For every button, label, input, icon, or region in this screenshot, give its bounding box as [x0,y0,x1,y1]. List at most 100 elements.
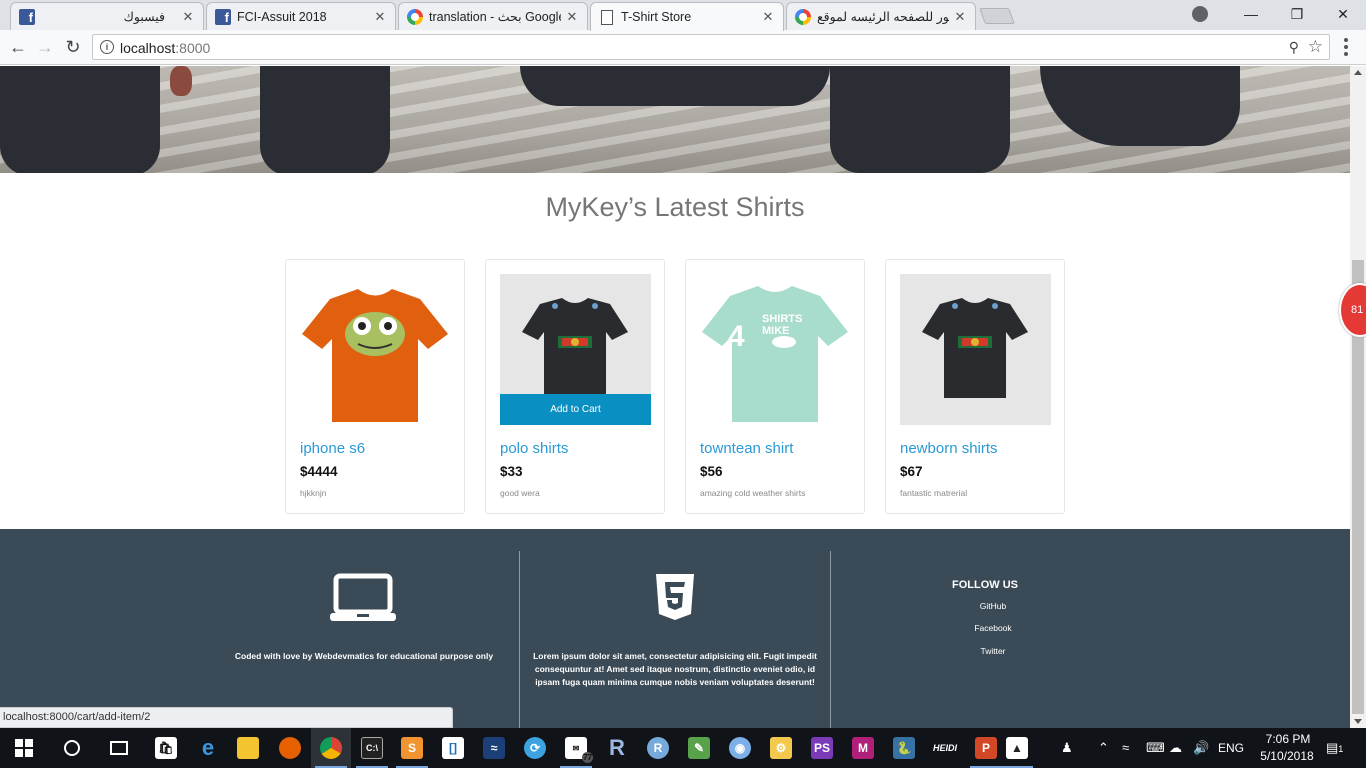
url-text[interactable]: localhost:8000 [120,40,210,56]
product-card[interactable]: SHIRTS 4 MIKE towntean shirt $56 amazing… [685,259,865,514]
hero-image [0,66,1350,173]
cortana-search-icon[interactable] [52,728,92,768]
product-image-mint-shirts4mike-tshirt[interactable]: SHIRTS 4 MIKE [700,274,851,425]
bookmark-star-icon[interactable]: ☆ [1308,37,1323,57]
url-host: localhost [120,40,176,56]
footer-link-facebook[interactable]: Facebook [930,623,1056,633]
product-description: fantastic matrerial [900,488,968,498]
browser-toolbar: ← → ↻ i localhost:8000 ⚲ ☆ [0,30,1366,65]
sublime-text-icon[interactable]: S [392,728,432,768]
status-url-bubble: localhost:8000/cart/add-item/2 [0,707,453,728]
info-icon[interactable]: i [100,40,114,54]
language-indicator[interactable]: ENG [1218,741,1244,755]
sync-app-icon[interactable]: ⟳ [515,728,555,768]
tab-fci-assuit[interactable]: f FCI-Assuit 2018 ✕ [206,2,396,30]
svg-text:4: 4 [728,320,745,353]
heidisql-icon[interactable]: HEIDI [925,728,965,768]
firefox-icon[interactable] [270,728,310,768]
profile-icon[interactable] [1192,6,1208,22]
product-name[interactable]: polo shirts [500,440,568,457]
product-name[interactable]: iphone s6 [300,440,365,457]
tab-google-images[interactable]: صور للصفحه الرئيسه لموقع ✕ [786,2,976,30]
product-image-orange-frog-tshirt[interactable] [300,274,451,425]
cloud-icon[interactable]: ☁ [1169,740,1182,756]
close-icon[interactable]: ✕ [761,9,775,25]
paint-icon[interactable]: ◉ [720,728,760,768]
product-card[interactable]: iphone s6 $4444 hjkknjn [285,259,465,514]
clock-date[interactable]: 5/10/2018 [1254,749,1320,763]
restore-button[interactable]: ❐ [1274,0,1320,28]
rstudio-icon[interactable]: R [638,728,678,768]
product-image-black-gucci-tshirt[interactable] [900,274,1051,425]
chrome-taskbar-icon[interactable] [311,728,351,768]
r-icon[interactable]: R [597,728,637,768]
wifi-icon[interactable]: ≈ [1122,740,1129,755]
tab-title: translation - بحث Google [429,10,561,24]
section-title: MyKey’s Latest Shirts [545,192,805,222]
close-icon[interactable]: ✕ [181,9,195,25]
product-card[interactable]: newborn shirts $67 fantastic matrerial [885,259,1065,514]
product-description: amazing cold weather shirts [700,488,806,498]
tool-app-icon[interactable]: ⚙ [761,728,801,768]
mail-app-icon[interactable]: ✉ 77 [556,728,596,768]
close-window-button[interactable]: ✕ [1320,0,1366,28]
action-center-icon[interactable]: ▤1 [1326,740,1343,756]
tab-title: T-Shirt Store [621,10,692,24]
footer-link-twitter[interactable]: Twitter [930,646,1056,656]
windows-start-icon[interactable] [4,728,44,768]
footer-divider [519,551,520,728]
screen: f فيسبوك ✕ f FCI-Assuit 2018 ✕ translati… [0,0,1366,768]
product-card[interactable]: Add to Cart polo shirts $33 good wera [485,259,665,514]
document-icon [599,9,615,25]
tab-title: FCI-Assuit 2018 [237,9,327,24]
product-name[interactable]: newborn shirts [900,440,998,457]
html5-icon [656,574,694,625]
footer-divider [830,551,831,728]
app-icon[interactable]: [] [433,728,473,768]
python-icon[interactable]: 🐍 [884,728,924,768]
close-icon[interactable]: ✕ [565,9,579,25]
network-app-icon[interactable]: ≈ [474,728,514,768]
photos-icon[interactable]: ▲ [997,728,1037,768]
scroll-up-arrow[interactable] [1354,70,1362,75]
file-explorer-icon[interactable] [228,728,268,768]
new-tab-button[interactable] [979,8,1015,24]
footer-link-github[interactable]: GitHub [930,601,1056,611]
page-scrollbar[interactable] [1350,66,1366,728]
editor-app-icon[interactable]: ✎ [679,728,719,768]
chrome-menu-icon[interactable] [1344,38,1348,56]
forward-button[interactable]: → [34,37,56,59]
url-port: :8000 [175,40,211,56]
store-icon[interactable]: 🛍 [146,728,186,768]
zoom-icon[interactable]: ⚲ [1289,39,1299,56]
tab-title: فيسبوك [123,10,165,24]
cmd-icon[interactable]: C:\ [352,728,392,768]
task-view-icon[interactable] [99,728,139,768]
keyboard-icon[interactable]: ⌨ [1146,740,1165,756]
laptop-icon [330,573,396,628]
clock-time[interactable]: 7:06 PM [1260,732,1316,746]
edge-icon[interactable]: e [188,728,228,768]
scroll-down-arrow[interactable] [1354,719,1362,724]
back-button[interactable]: ← [7,37,29,59]
windows-taskbar: 🛍 e C:\ S [] ≈ ⟳ ✉ 77 R R ✎ ◉ ⚙ PS M 🐍 HE… [0,728,1366,768]
chevron-up-icon[interactable]: ⌃ [1098,740,1109,756]
people-icon[interactable]: ♟ [1061,740,1073,756]
phpstorm-icon[interactable]: PS [802,728,842,768]
close-icon[interactable]: ✕ [953,9,967,25]
notification-count: 1 [1338,744,1344,754]
add-to-cart-button[interactable]: Add to Cart [500,394,651,425]
tab-translation[interactable]: translation - بحث Google ✕ [398,2,588,30]
reload-button[interactable]: ↻ [62,37,84,59]
tab-facebook-arabic[interactable]: f فيسبوك ✕ [10,2,204,30]
app-m-icon[interactable]: M [843,728,883,768]
product-description: good wera [500,488,540,498]
product-name[interactable]: towntean shirt [700,440,793,457]
close-icon[interactable]: ✕ [373,9,387,25]
tab-tshirt-store[interactable]: T-Shirt Store ✕ [590,2,784,31]
minimize-button[interactable]: — [1228,0,1274,28]
svg-text:SHIRTS: SHIRTS [762,313,802,325]
volume-icon[interactable]: 🔊 [1193,740,1209,756]
tab-strip: f فيسبوك ✕ f FCI-Assuit 2018 ✕ translati… [0,0,1366,31]
address-bar[interactable]: i localhost:8000 ⚲ ☆ [92,34,1330,60]
